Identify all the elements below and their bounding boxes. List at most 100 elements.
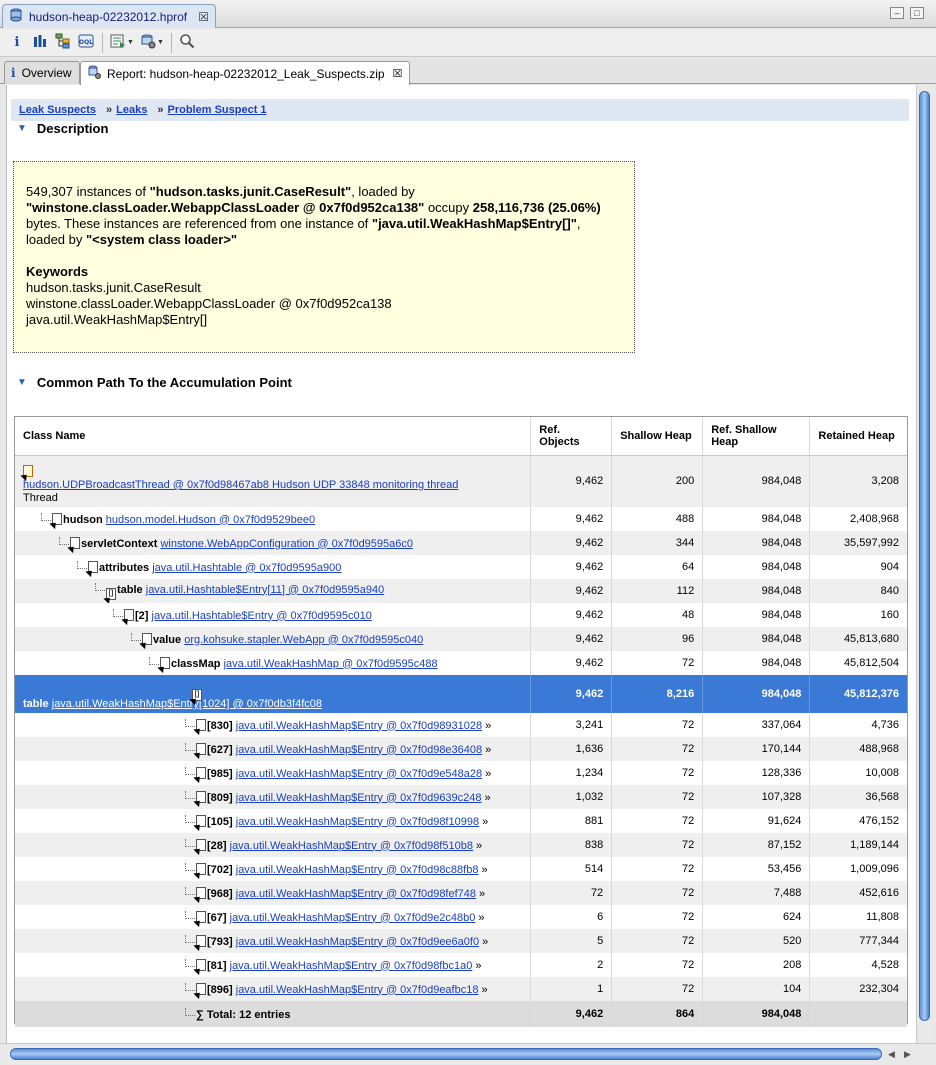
expand-more-icon[interactable]: » <box>485 792 491 804</box>
dominator-tree-button[interactable] <box>52 32 74 54</box>
expand-more-icon[interactable]: » <box>475 960 481 972</box>
expand-more-icon[interactable]: » <box>482 816 488 828</box>
object-link[interactable]: java.util.WeakHashMap$Entry[1024] @ 0x7f… <box>52 698 322 710</box>
table-row[interactable]: servletContext winstone.WebAppConfigurat… <box>15 531 907 555</box>
scroll-left-icon[interactable]: ◀ <box>888 1049 895 1060</box>
expand-more-icon[interactable]: » <box>476 840 482 852</box>
object-link[interactable]: java.util.WeakHashMap$Entry @ 0x7f0d98f1… <box>236 816 479 828</box>
run-report-button[interactable] <box>107 32 129 54</box>
expand-more-icon[interactable]: » <box>481 864 487 876</box>
collapse-triangle-icon[interactable]: ▼ <box>17 123 27 134</box>
table-row[interactable]: [2] java.util.Hashtable$Entry @ 0x7f0d95… <box>15 603 907 627</box>
table-row[interactable]: [809] java.util.WeakHashMap$Entry @ 0x7f… <box>15 785 907 809</box>
object-link[interactable]: java.util.WeakHashMap @ 0x7f0d9595c488 <box>224 658 438 670</box>
table-row[interactable]: attributes java.util.Hashtable @ 0x7f0d9… <box>15 555 907 579</box>
query-browser-button[interactable] <box>137 32 159 54</box>
object-link[interactable]: java.util.WeakHashMap$Entry @ 0x7f0d9639… <box>236 792 482 804</box>
horizontal-scrollbar-thumb[interactable] <box>10 1048 882 1060</box>
table-row[interactable]: [793] java.util.WeakHashMap$Entry @ 0x7f… <box>15 929 907 953</box>
table-row[interactable]: value org.kohsuke.stapler.WebApp @ 0x7f0… <box>15 627 907 651</box>
table-row[interactable]: [896] java.util.WeakHashMap$Entry @ 0x7f… <box>15 977 907 1001</box>
table-row[interactable]: hudson hudson.model.Hudson @ 0x7f0d9529b… <box>15 507 907 531</box>
tree-guide <box>185 1007 195 1016</box>
object-link[interactable]: java.util.WeakHashMap$Entry @ 0x7f0d9ee6… <box>236 936 479 948</box>
oql-button[interactable]: OQL <box>75 32 97 54</box>
table-row[interactable]: [] table java.util.WeakHashMap$Entry[1024… <box>15 675 907 713</box>
expand-more-icon[interactable]: » <box>485 744 491 756</box>
search-button[interactable] <box>176 32 198 54</box>
tab-overview[interactable]: i Overview <box>4 61 80 84</box>
column-retained-heap[interactable]: Retained Heap <box>809 417 907 456</box>
description-section-toggle[interactable]: ▼ Description <box>17 121 108 136</box>
table-row[interactable]: [67] java.util.WeakHashMap$Entry @ 0x7f0… <box>15 905 907 929</box>
overview-info-button[interactable]: i <box>6 32 28 54</box>
histogram-button[interactable] <box>29 32 51 54</box>
expand-more-icon[interactable]: » <box>478 912 484 924</box>
table-row[interactable]: [105] java.util.WeakHashMap$Entry @ 0x7f… <box>15 809 907 833</box>
table-row[interactable]: [985] java.util.WeakHashMap$Entry @ 0x7f… <box>15 761 907 785</box>
table-row[interactable]: [968] java.util.WeakHashMap$Entry @ 0x7f… <box>15 881 907 905</box>
column-class-name[interactable]: Class Name <box>15 417 531 456</box>
expand-more-icon[interactable]: » <box>481 984 487 996</box>
object-link[interactable]: java.util.WeakHashMap$Entry @ 0x7f0d98f5… <box>230 840 473 852</box>
expand-more-icon[interactable]: » <box>479 888 485 900</box>
object-link[interactable]: java.util.WeakHashMap$Entry @ 0x7f0d98e3… <box>236 744 482 756</box>
column-ref-shallow-heap[interactable]: Ref. Shallow Heap <box>702 417 810 456</box>
column-ref-objects[interactable]: Ref. Objects <box>530 417 612 456</box>
close-icon[interactable]: ☒ <box>198 10 209 24</box>
table-row[interactable]: [] table java.util.Hashtable$Entry[11] @ … <box>15 579 907 603</box>
object-link[interactable]: hudson.model.Hudson @ 0x7f0d9529bee0 <box>106 514 315 526</box>
table-row[interactable]: hudson.UDPBroadcastThread @ 0x7f0d98467a… <box>15 455 907 507</box>
table-row[interactable]: [702] java.util.WeakHashMap$Entry @ 0x7f… <box>15 857 907 881</box>
object-link[interactable]: java.util.Hashtable$Entry @ 0x7f0d9595c0… <box>152 610 372 622</box>
toolbar-separator <box>170 32 172 53</box>
object-node-icon <box>160 656 170 669</box>
object-link[interactable]: org.kohsuke.stapler.WebApp @ 0x7f0d9595c… <box>184 634 423 646</box>
object-link[interactable]: java.util.Hashtable @ 0x7f0d9595a900 <box>152 562 341 574</box>
collapse-triangle-icon[interactable]: ▼ <box>17 377 27 388</box>
tab-leak-suspects-report[interactable]: Report: hudson-heap-02232012_Leak_Suspec… <box>80 61 410 85</box>
total-label: ∑ Total: 12 entries <box>196 1008 291 1021</box>
ref-shallow-heap-cell: 87,152 <box>702 833 810 857</box>
vertical-scrollbar[interactable] <box>916 85 932 1043</box>
object-link[interactable]: java.util.WeakHashMap$Entry @ 0x7f0d98fe… <box>236 888 476 900</box>
table-row[interactable]: [627] java.util.WeakHashMap$Entry @ 0x7f… <box>15 737 907 761</box>
object-link[interactable]: java.util.WeakHashMap$Entry @ 0x7f0d98fb… <box>230 960 473 972</box>
table-row[interactable]: [830] java.util.WeakHashMap$Entry @ 0x7f… <box>15 713 907 737</box>
table-row[interactable]: classMap java.util.WeakHashMap @ 0x7f0d9… <box>15 651 907 675</box>
minimize-view-button[interactable]: – <box>890 7 904 19</box>
vertical-scrollbar-thumb[interactable] <box>919 91 930 1021</box>
object-link[interactable]: java.util.WeakHashMap$Entry @ 0x7f0d9eaf… <box>236 984 479 996</box>
field-name: [702] <box>207 863 233 876</box>
breadcrumb-problem-suspect[interactable]: Problem Suspect 1 <box>168 104 267 116</box>
expand-more-icon[interactable]: » <box>485 768 491 780</box>
class-name-cell: hudson.UDPBroadcastThread @ 0x7f0d98467a… <box>15 455 531 507</box>
object-link[interactable]: java.util.WeakHashMap$Entry @ 0x7f0d9893… <box>236 720 482 732</box>
chevron-down-icon[interactable]: ▼ <box>127 39 134 46</box>
horizontal-scrollbar[interactable]: ◀ ▶ <box>0 1043 936 1065</box>
object-link[interactable]: winstone.WebAppConfiguration @ 0x7f0d959… <box>160 538 413 550</box>
table-row[interactable]: [28] java.util.WeakHashMap$Entry @ 0x7f0… <box>15 833 907 857</box>
expand-more-icon[interactable]: » <box>485 720 491 732</box>
object-link[interactable]: java.util.WeakHashMap$Entry @ 0x7f0d9e54… <box>236 768 482 780</box>
path-section-toggle[interactable]: ▼ Common Path To the Accumulation Point <box>17 375 292 390</box>
table-row[interactable]: [81] java.util.WeakHashMap$Entry @ 0x7f0… <box>15 953 907 977</box>
object-link[interactable]: java.util.Hashtable$Entry[11] @ 0x7f0d95… <box>146 584 384 596</box>
maximize-view-button[interactable]: □ <box>910 7 924 19</box>
toolbar-separator <box>102 32 103 53</box>
column-shallow-heap[interactable]: Shallow Heap <box>611 417 703 456</box>
object-link[interactable]: java.util.WeakHashMap$Entry @ 0x7f0d9e2c… <box>230 912 476 924</box>
ref-shallow-heap-cell: 984,048 <box>702 455 810 507</box>
close-icon[interactable]: ☒ <box>393 67 403 80</box>
object-link[interactable]: java.util.WeakHashMap$Entry @ 0x7f0d98c8… <box>236 864 479 876</box>
object-link[interactable]: hudson.UDPBroadcastThread @ 0x7f0d98467a… <box>23 479 458 491</box>
class-name-cell: value org.kohsuke.stapler.WebApp @ 0x7f0… <box>15 627 531 651</box>
chevron-down-icon[interactable]: ▼ <box>157 39 164 46</box>
editor-tab-heap-dump[interactable]: hudson-heap-02232012.hprof ☒ <box>2 4 216 28</box>
tree-guide <box>185 790 195 799</box>
object-node-icon <box>196 886 206 899</box>
expand-more-icon[interactable]: » <box>482 936 488 948</box>
scroll-right-icon[interactable]: ▶ <box>904 1049 911 1060</box>
breadcrumb-leak-suspects[interactable]: Leak Suspects <box>19 104 96 116</box>
breadcrumb-leaks[interactable]: Leaks <box>116 104 147 116</box>
